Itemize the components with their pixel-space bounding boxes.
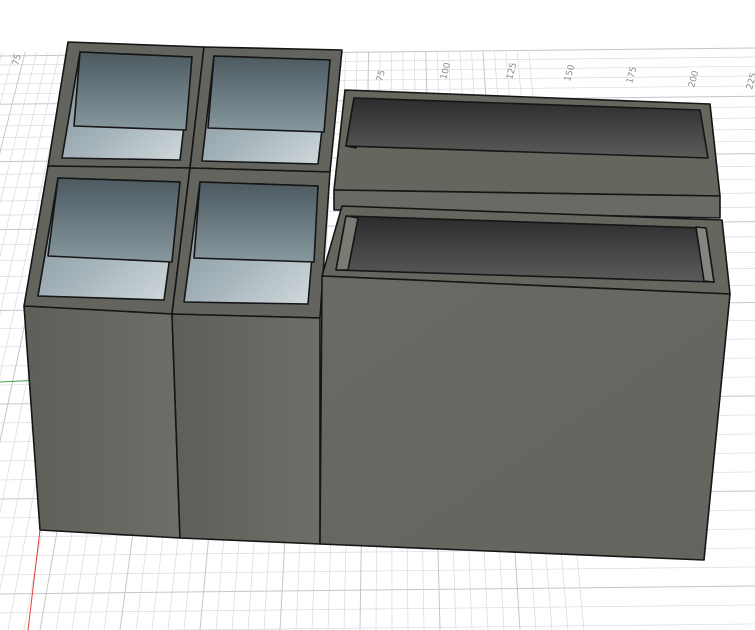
cup-back-right-back-wall [207,55,331,133]
ruler-label-top-3: 150 [563,63,577,82]
cup-back-left[interactable] [47,41,205,169]
grid-line-v [0,51,15,107]
cup-front-right-body [171,313,321,545]
ruler-label-top-4: 175 [625,66,639,85]
front-tray-front-face [319,275,731,561]
grid-line-v [0,51,3,63]
front-tray-opening [335,215,715,283]
back-tray[interactable] [333,89,721,219]
cup-front-right[interactable] [171,167,331,319]
front-tray[interactable] [319,205,731,561]
organizer-model[interactable] [23,41,731,561]
ruler-label-top-2: 125 [505,62,519,81]
ruler-label-top-1: 100 [439,61,453,80]
cup-front-left-body [23,305,181,539]
ruler-label-top-6: 225 [745,72,755,91]
3d-viewport[interactable]: 75 75 100 125 150 175 200 225 [0,0,755,630]
cup-front-left-back-wall [47,177,181,263]
cup-front-left[interactable] [23,165,191,315]
ruler-label-top-5: 200 [687,69,701,88]
cup-back-left-back-wall [73,51,193,131]
cup-front-right-back-wall [193,181,319,263]
z-axis-line [27,529,41,630]
ruler-label-top-0: 75 [375,69,388,83]
cup-back-right[interactable] [189,46,343,173]
grid-line-h [0,585,755,595]
grid-line-h [0,604,755,614]
grid-line-h [0,566,755,576]
grid-line-h [151,623,755,630]
